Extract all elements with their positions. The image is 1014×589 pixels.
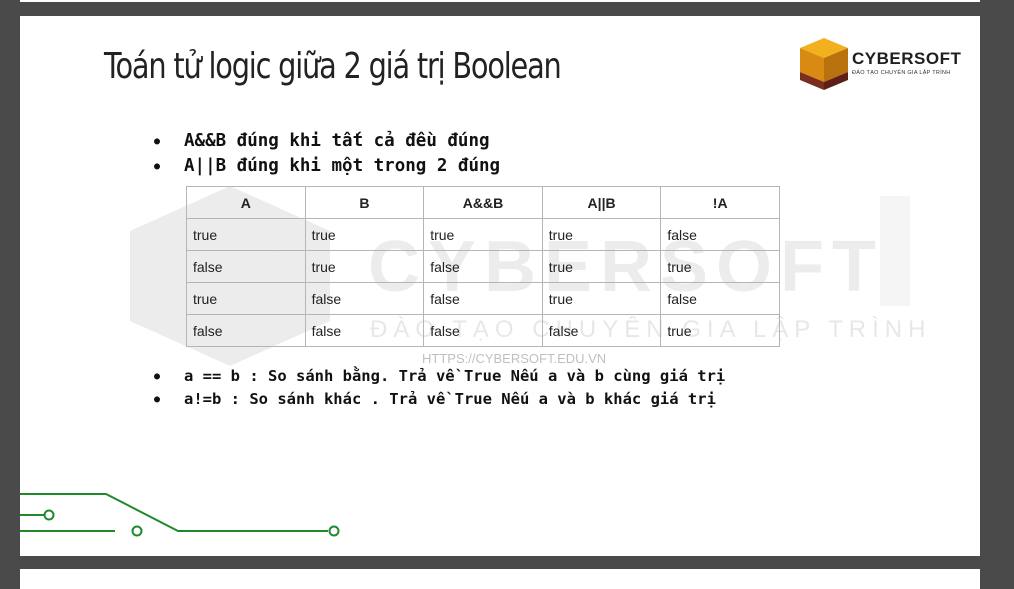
table-cell: true <box>186 282 306 315</box>
bullet-list-bottom: a == b : So sánh bằng. Trả về True Nếu a… <box>154 365 725 411</box>
table-cell: false <box>186 250 306 283</box>
watermark-url: HTTPS://CYBERSOFT.EDU.VN <box>422 351 607 366</box>
table-cell: true <box>660 314 780 347</box>
table-cell: true <box>304 218 425 251</box>
table-header-row: A B A&&B A||B !A <box>186 186 780 219</box>
table-cell: true <box>423 218 543 251</box>
table-row: false false false false true <box>186 314 780 347</box>
truth-table: A B A&&B A||B !A true true true true fal… <box>186 186 780 347</box>
table-cell: false <box>304 314 425 347</box>
table-cell: false <box>423 282 543 315</box>
column-header: A <box>186 186 306 219</box>
slide: CYBERSOFT ĐÀO TẠO CHUYÊN GIA LẬP TRÌNH H… <box>20 16 980 556</box>
table-cell: false <box>304 282 425 315</box>
table-cell: true <box>541 282 662 315</box>
table-cell: true <box>186 218 306 251</box>
bullet-list-top: A&&B đúng khi tất cả đều đúng A||B đúng … <box>154 129 500 179</box>
table-cell: true <box>660 250 780 283</box>
table-cell: false <box>423 250 543 283</box>
circuit-decoration-icon <box>20 493 340 537</box>
logo-tagline: ĐÀO TẠO CHUYÊN GIA LẬP TRÌNH <box>852 70 951 76</box>
table-cell: false <box>660 282 780 315</box>
table-cell: true <box>304 250 425 283</box>
logo-wordmark: CYBERSOFT <box>852 49 962 68</box>
column-header: B <box>304 186 425 219</box>
table-row: true true true true false <box>186 218 780 251</box>
bullet-item: a!=b : So sánh khác . Trả về True Nếu a … <box>154 388 725 411</box>
table-cell: false <box>186 314 306 347</box>
table-cell: false <box>541 314 662 347</box>
bullet-item: A||B đúng khi một trong 2 đúng <box>154 154 500 179</box>
table-row: false true false true true <box>186 250 780 283</box>
table-cell: true <box>541 250 662 283</box>
slide-title: Toán tử logic giữa 2 giá trị Boolean <box>104 46 562 87</box>
bullet-item: A&&B đúng khi tất cả đều đúng <box>154 129 500 154</box>
table-row: true false false true false <box>186 282 780 315</box>
column-header: A||B <box>541 186 662 219</box>
table-cell: false <box>423 314 543 347</box>
next-slide-edge <box>20 569 980 589</box>
table-cell: true <box>541 218 662 251</box>
previous-slide-edge <box>20 0 980 2</box>
table-cell: false <box>660 218 780 251</box>
column-header: A&&B <box>423 186 543 219</box>
bullet-item: a == b : So sánh bằng. Trả về True Nếu a… <box>154 365 725 388</box>
watermark-bar <box>880 196 910 306</box>
column-header: !A <box>660 186 780 219</box>
